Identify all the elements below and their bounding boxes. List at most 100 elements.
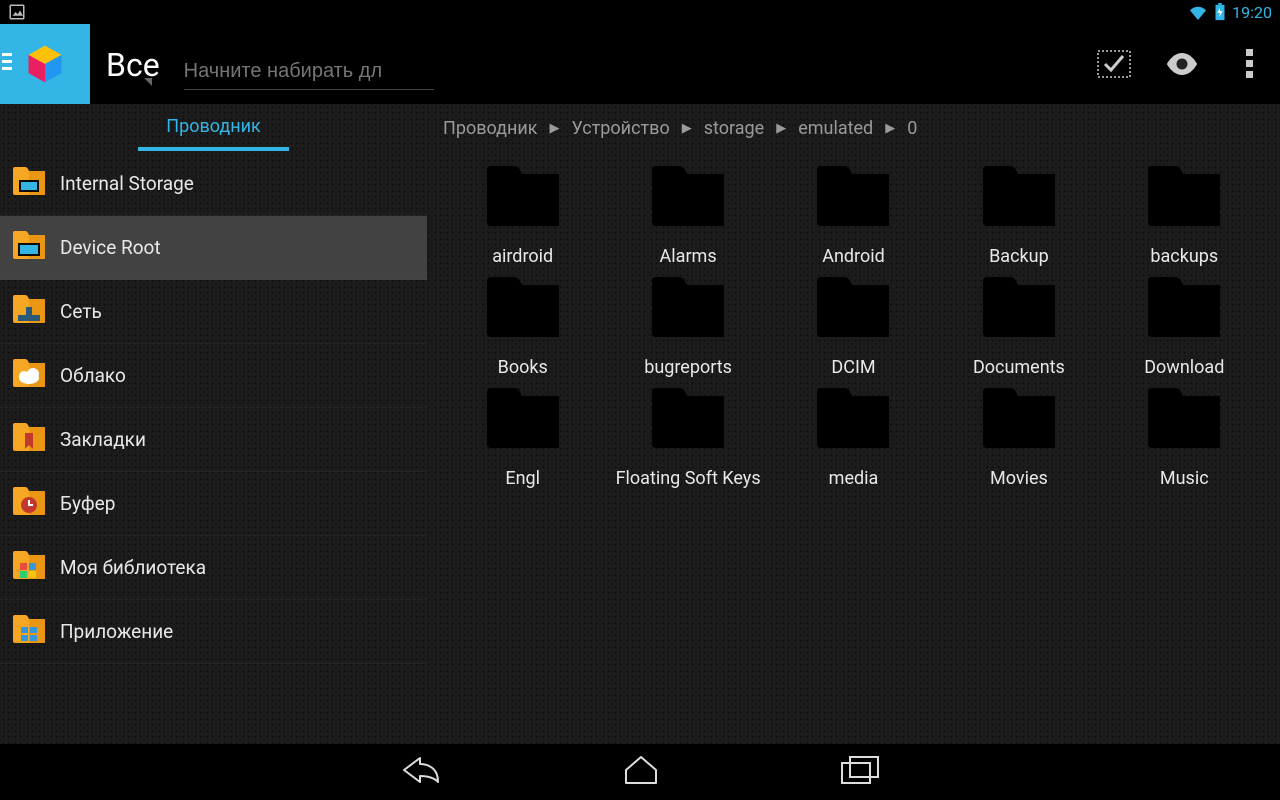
folder-label: Backup [989, 246, 1049, 267]
folder-icon [814, 277, 892, 339]
folder-icon [484, 166, 562, 228]
folder-label: Floating Soft Keys [616, 468, 761, 489]
sidebar-tab-label: Проводник [138, 106, 289, 151]
sidebar-item-label: Облако [60, 364, 126, 387]
folder-item[interactable]: Documents [941, 277, 1096, 378]
folder-item[interactable]: Books [445, 277, 600, 378]
folder-grid: airdroid Alarms Android Backup backups Books b… [437, 152, 1270, 503]
device-root-icon [12, 231, 46, 265]
folder-label: Engl [505, 468, 540, 489]
sidebar-item-internal-storage[interactable]: Internal Storage [0, 152, 427, 216]
android-statusbar: 19:20 [0, 0, 1280, 24]
sidebar: Проводник Internal Storage Device Root Сет… [0, 104, 427, 744]
home-button[interactable] [622, 754, 660, 790]
chevron-right-icon: ▶ [885, 121, 895, 136]
folder-label: backups [1150, 246, 1218, 267]
folder-item[interactable]: airdroid [445, 166, 600, 267]
my-library-icon [12, 551, 46, 585]
clock-text: 19:20 [1232, 3, 1272, 22]
select-mode-button[interactable] [1094, 44, 1134, 84]
folder-item[interactable]: Backup [941, 166, 1096, 267]
visibility-button[interactable] [1162, 44, 1202, 84]
back-button[interactable] [400, 754, 442, 790]
folder-icon [980, 388, 1058, 450]
folder-label: media [829, 468, 879, 489]
breadcrumb-item[interactable]: emulated [798, 118, 873, 139]
filter-title: Все [106, 46, 160, 104]
chevron-down-icon [144, 78, 152, 86]
folder-item[interactable]: media [776, 388, 931, 489]
folder-item[interactable]: Movies [941, 388, 1096, 489]
search-input[interactable] [184, 60, 434, 90]
sidebar-item-label: Приложение [60, 620, 173, 643]
folder-label: Books [498, 357, 548, 378]
sidebar-item-network[interactable]: Сеть [0, 280, 427, 344]
chevron-right-icon: ▶ [776, 121, 786, 136]
folder-icon [980, 277, 1058, 339]
sidebar-item-clipboard[interactable]: Буфер [0, 472, 427, 536]
folder-item[interactable]: Download [1107, 277, 1262, 378]
folder-item[interactable]: Alarms [610, 166, 765, 267]
folder-label: Movies [990, 468, 1048, 489]
android-navbar [0, 744, 1280, 800]
bookmarks-icon [12, 423, 46, 457]
app-logo-icon [23, 42, 67, 86]
sidebar-item-cloud[interactable]: Облако [0, 344, 427, 408]
sidebar-item-label: Internal Storage [60, 172, 194, 195]
breadcrumb: Проводник▶Устройство▶storage▶emulated▶0 [437, 104, 1270, 152]
sidebar-item-bookmarks[interactable]: Закладки [0, 408, 427, 472]
folder-item[interactable]: DCIM [776, 277, 931, 378]
breadcrumb-item[interactable]: storage [704, 118, 764, 139]
folder-item[interactable]: Android [776, 166, 931, 267]
folder-label: Documents [973, 357, 1065, 378]
folder-icon [1145, 166, 1223, 228]
folder-item[interactable]: backups [1107, 166, 1262, 267]
internal-storage-icon [12, 167, 46, 201]
folder-icon [814, 166, 892, 228]
chevron-right-icon: ▶ [682, 121, 692, 136]
content-area: Проводник▶Устройство▶storage▶emulated▶0 … [427, 104, 1280, 744]
breadcrumb-item[interactable]: Устройство [572, 118, 670, 139]
overflow-menu-button[interactable] [1230, 44, 1270, 84]
folder-icon [484, 388, 562, 450]
sidebar-item-label: Моя библиотека [60, 556, 206, 579]
breadcrumb-item[interactable]: Проводник [443, 118, 538, 139]
image-icon [8, 3, 26, 21]
breadcrumb-item[interactable]: 0 [907, 118, 917, 139]
folder-item[interactable]: Music [1107, 388, 1262, 489]
folder-label: bugreports [644, 357, 732, 378]
sidebar-item-my-library[interactable]: Моя библиотека [0, 536, 427, 600]
folder-item[interactable]: bugreports [610, 277, 765, 378]
battery-icon [1214, 3, 1226, 21]
cloud-icon [12, 359, 46, 393]
network-icon [12, 295, 46, 329]
app-drawer-button[interactable] [0, 24, 90, 104]
filter-dropdown[interactable]: Все [106, 46, 152, 104]
wifi-icon [1188, 4, 1208, 20]
folder-icon [484, 277, 562, 339]
folder-icon [1145, 388, 1223, 450]
clipboard-icon [12, 487, 46, 521]
folder-label: DCIM [831, 357, 875, 378]
sidebar-item-application[interactable]: Приложение [0, 600, 427, 664]
app-header: Все [0, 24, 1280, 104]
sidebar-item-label: Закладки [60, 428, 146, 451]
recents-button[interactable] [840, 755, 880, 789]
folder-label: Alarms [660, 246, 717, 267]
folder-icon [980, 166, 1058, 228]
sidebar-tab[interactable]: Проводник [0, 104, 427, 152]
folder-label: airdroid [492, 246, 553, 267]
folder-label: Music [1160, 468, 1209, 489]
sidebar-item-label: Device Root [60, 236, 161, 259]
folder-icon [649, 388, 727, 450]
folder-icon [649, 166, 727, 228]
folder-icon [649, 277, 727, 339]
folder-label: Android [822, 246, 885, 267]
folder-item[interactable]: Floating Soft Keys [610, 388, 765, 489]
sidebar-item-label: Сеть [60, 300, 102, 323]
folder-item[interactable]: Engl [445, 388, 600, 489]
sidebar-item-label: Буфер [60, 492, 115, 515]
application-icon [12, 615, 46, 649]
sidebar-item-device-root[interactable]: Device Root [0, 216, 427, 280]
menu-icon [2, 51, 12, 77]
